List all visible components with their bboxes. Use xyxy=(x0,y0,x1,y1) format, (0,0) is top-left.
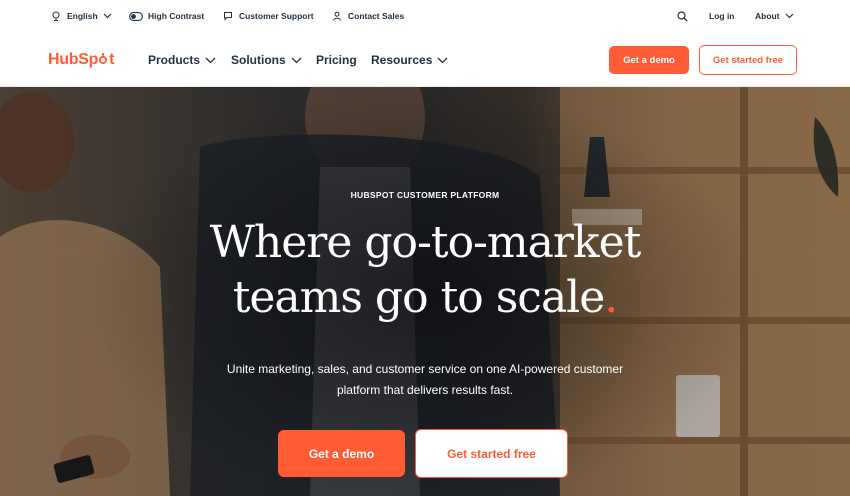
logo-part-hub: Hub xyxy=(48,51,79,68)
login-link[interactable]: Log in xyxy=(709,9,735,23)
hero-get-started-free-button[interactable]: Get started free xyxy=(415,429,568,478)
hero-headline-dot: . xyxy=(604,272,618,323)
hero-headline-line1: Where go-to-market xyxy=(209,217,642,268)
get-started-free-button[interactable]: Get started free xyxy=(699,45,797,75)
nav-resources[interactable]: Resources xyxy=(371,52,449,68)
hero-section: HUBSPOT CUSTOMER PLATFORM Where go-to-ma… xyxy=(0,87,850,496)
customer-support-label: Customer Support xyxy=(239,11,314,21)
nav-pricing[interactable]: Pricing xyxy=(316,52,357,68)
about-menu[interactable]: About xyxy=(755,9,795,23)
search-icon xyxy=(676,10,688,22)
chevron-down-icon xyxy=(205,54,217,66)
hero-get-demo-button[interactable]: Get a demo xyxy=(278,430,405,477)
toggle-icon xyxy=(129,10,143,22)
language-selector[interactable]: English xyxy=(50,9,113,23)
customer-support-link[interactable]: Customer Support xyxy=(222,9,314,23)
nav-solutions[interactable]: Solutions xyxy=(231,52,303,68)
contact-sales-label: Contact Sales xyxy=(348,11,405,21)
chevron-down-icon xyxy=(291,54,303,66)
chevron-down-icon xyxy=(103,11,113,21)
nav-resources-label: Resources xyxy=(371,53,433,67)
hero-headline-line2-text: teams go to scale xyxy=(232,272,606,323)
globe-icon xyxy=(50,10,62,22)
search-button[interactable] xyxy=(676,9,693,23)
person-icon xyxy=(331,10,343,22)
about-label: About xyxy=(755,11,780,21)
hero-eyebrow: HUBSPOT CUSTOMER PLATFORM xyxy=(350,190,500,200)
nav-products[interactable]: Products xyxy=(148,52,217,68)
main-navigation: Hub Sp t Products Solutions Pricing Resour… xyxy=(0,32,850,87)
hero-subheading: Unite marketing, sales, and customer ser… xyxy=(226,362,624,397)
language-label: English xyxy=(67,11,98,21)
hubspot-logo[interactable]: Hub Sp t xyxy=(48,51,114,69)
nav-solutions-label: Solutions xyxy=(231,53,286,67)
get-demo-button[interactable]: Get a demo xyxy=(609,46,689,74)
nav-products-label: Products xyxy=(148,53,201,67)
logo-part-t: t xyxy=(109,51,115,68)
chat-icon xyxy=(222,10,234,22)
login-label: Log in xyxy=(709,11,735,21)
chevron-down-icon xyxy=(785,11,795,21)
high-contrast-toggle[interactable]: High Contrast xyxy=(129,9,204,23)
hero-headline-line2: teams go to scale. xyxy=(0,270,850,325)
high-contrast-label: High Contrast xyxy=(148,11,205,21)
utility-bar: English High Contrast Customer Support C… xyxy=(0,0,850,32)
hero-headline: Where go-to-market teams go to scale. xyxy=(0,215,850,325)
sprocket-icon xyxy=(98,51,109,69)
contact-sales-link[interactable]: Contact Sales xyxy=(331,9,404,23)
logo-part-sp: Sp xyxy=(78,51,99,68)
chevron-down-icon xyxy=(437,54,449,66)
nav-pricing-label: Pricing xyxy=(316,53,357,67)
